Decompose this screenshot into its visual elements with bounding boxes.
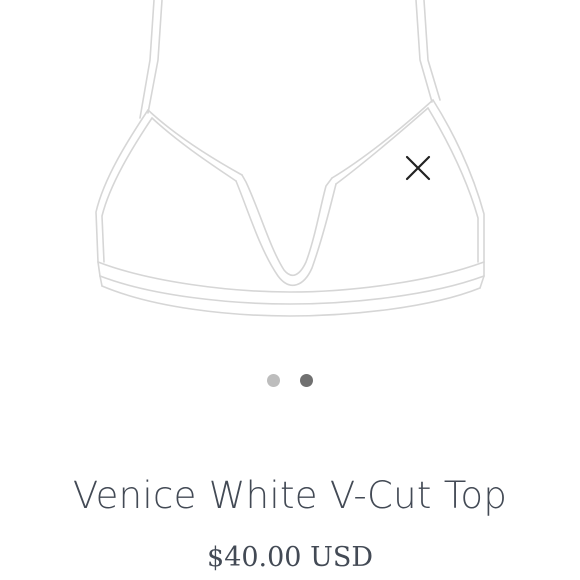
product-image <box>0 0 580 340</box>
carousel-dot-2[interactable] <box>300 374 313 387</box>
product-price: $40.00 USD <box>207 542 373 573</box>
product-title: Venice White V-Cut Top <box>72 474 508 517</box>
carousel-dot-1[interactable] <box>267 374 280 387</box>
bra-illustration <box>95 0 485 317</box>
close-icon <box>405 155 431 181</box>
product-page: Venice White V-Cut Top $40.00 USD <box>0 0 580 580</box>
carousel-dots <box>0 374 580 387</box>
close-button[interactable] <box>400 150 436 186</box>
